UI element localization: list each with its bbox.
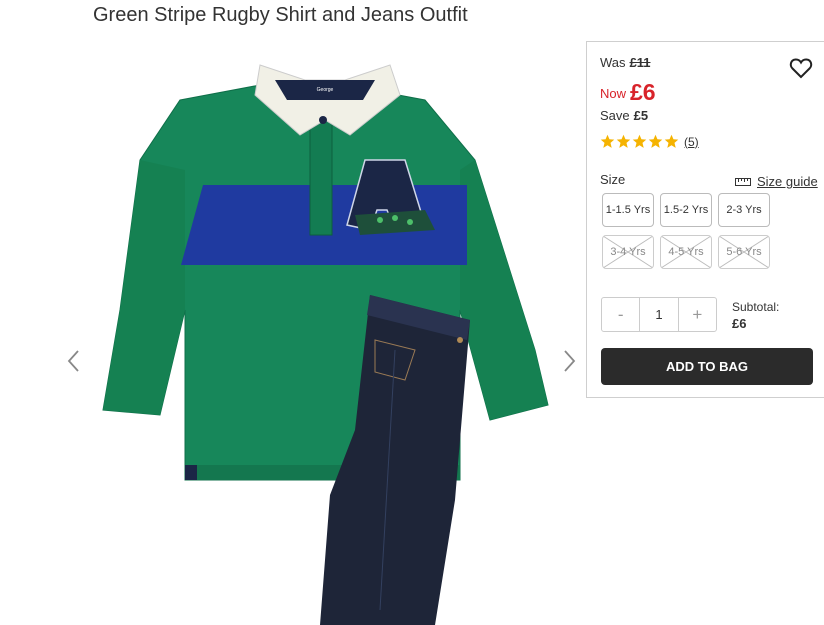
was-price: Was £11 (600, 55, 651, 70)
subtotal-value: £6 (732, 316, 747, 331)
chevron-left-icon (67, 350, 79, 372)
size-option-label: 3-4 Yrs (610, 246, 646, 258)
shirt-brand-label: George (317, 87, 334, 93)
heart-icon (789, 58, 813, 79)
size-option-label: 4-5 Yrs (668, 246, 704, 258)
quantity-decrease-button[interactable]: - (602, 298, 639, 331)
size-option-3-4-yrs[interactable]: 3-4 Yrs (602, 235, 654, 269)
star-icon (616, 134, 631, 148)
now-price: Now £6 (600, 79, 656, 106)
quantity-stepper: - 1 + (601, 297, 717, 332)
star-icon (664, 134, 679, 148)
now-label: Now (600, 86, 627, 101)
was-price-value: £11 (629, 55, 651, 70)
chevron-right-icon (564, 350, 576, 372)
size-option-label: 1-1.5 Yrs (605, 204, 651, 216)
add-to-bag-button[interactable]: ADD TO BAG (601, 348, 813, 385)
review-count-link[interactable]: (5) (684, 135, 699, 149)
ruler-icon (735, 177, 751, 186)
star-rating: (5) (600, 134, 699, 149)
product-title: Green Stripe Rugby Shirt and Jeans Outfi… (93, 4, 468, 26)
size-option-label: 1.5-2 Yrs (663, 204, 709, 216)
was-label: Was (600, 55, 626, 70)
product-image: George (102, 64, 549, 625)
size-guide-label: Size guide (757, 174, 818, 189)
save-amount: Save £5 (600, 108, 648, 123)
purchase-panel: Was £11 Now £6 Save £5 (5) Size Size guide … (586, 41, 824, 398)
wishlist-button[interactable] (789, 57, 813, 79)
now-price-value: £6 (630, 79, 656, 105)
star-icon (632, 134, 647, 148)
size-option-label: 2-3 Yrs (726, 204, 762, 216)
quantity-increase-button[interactable]: + (679, 298, 716, 331)
size-option-1-1.5-yrs[interactable]: 1-1.5 Yrs (602, 193, 654, 227)
size-option-4-5-yrs[interactable]: 4-5 Yrs (660, 235, 712, 269)
star-icon (600, 134, 615, 148)
size-label: Size (600, 172, 626, 187)
subtotal-label: Subtotal: (732, 300, 780, 314)
quantity-input[interactable]: 1 (639, 298, 679, 331)
size-option-5-6-yrs[interactable]: 5-6 Yrs (718, 235, 770, 269)
size-option-2-3-yrs[interactable]: 2-3 Yrs (718, 193, 770, 227)
star-icon (648, 134, 663, 148)
size-option-1.5-2-yrs[interactable]: 1.5-2 Yrs (660, 193, 712, 227)
next-image-button[interactable] (561, 348, 577, 374)
size-guide-link[interactable]: Size guide (735, 174, 818, 189)
size-option-label: 5-6 Yrs (726, 246, 762, 258)
save-amount-value: £5 (633, 108, 649, 123)
previous-image-button[interactable] (66, 348, 82, 374)
save-label: Save (600, 108, 630, 123)
